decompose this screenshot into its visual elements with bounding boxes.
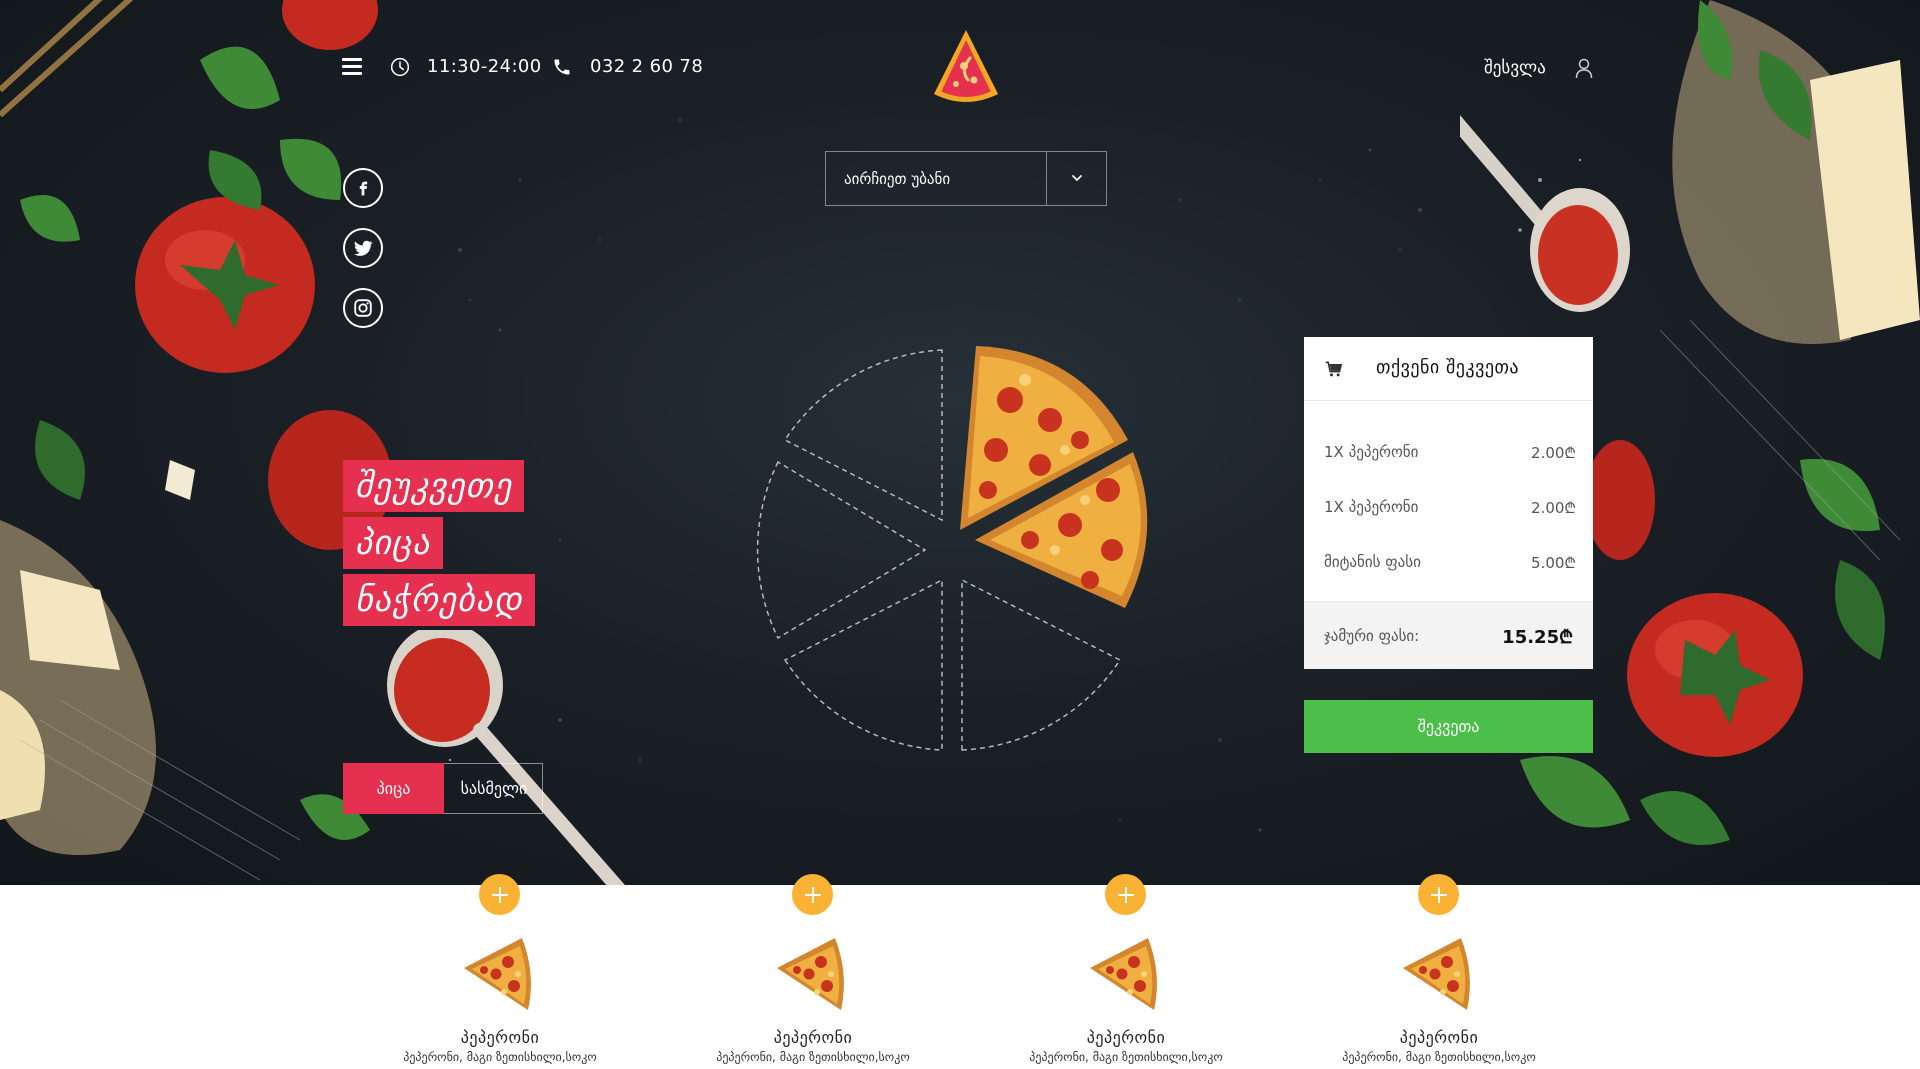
- cart-total-row: ჯამური ფასი: 15.25₾: [1304, 601, 1593, 669]
- phone-icon: [554, 59, 570, 75]
- user-icon[interactable]: [1575, 57, 1593, 79]
- top-header: 11:30-24:00 032 2 60 78 შესვლა: [0, 0, 1920, 140]
- product-description: პეპერონი, მაგი ზეთისხილი,სოკო: [716, 1050, 910, 1064]
- empty-slice-outline: [783, 349, 943, 522]
- empty-slice-outline: [756, 460, 927, 640]
- twitter-icon: [354, 240, 373, 256]
- pizza-slice-image: [777, 938, 844, 1010]
- headline-line-3: ნაჭრებად: [343, 574, 535, 626]
- pizza-slice-image: [1403, 938, 1470, 1010]
- tab-pizza[interactable]: პიცა: [343, 763, 444, 814]
- headline-line-2: პიცა: [343, 517, 443, 569]
- add-to-cart-button[interactable]: [1418, 874, 1459, 915]
- product-card[interactable]: პეპერონი პეპერონი, მაგი ზეთისხილი,სოკო: [1006, 874, 1246, 1069]
- hero-section: 11:30-24:00 032 2 60 78 შესვლა აირჩიეთ უ…: [0, 0, 1920, 885]
- cart-item-price: 2.00₾: [1531, 499, 1576, 517]
- product-description: პეპერონი, მაგი ზეთისხილი,სოკო: [1029, 1050, 1223, 1064]
- instagram-button[interactable]: [343, 288, 383, 328]
- product-card[interactable]: პეპერონი პეპერონი, მაგი ზეთისხილი,სოკო: [1319, 874, 1559, 1069]
- cart-item: 1X პეპერონი 2.00₾: [1324, 443, 1576, 462]
- cart-delivery-row: მიტანის ფასი 5.00₾: [1324, 553, 1576, 572]
- dropdown-divider: [1046, 152, 1047, 205]
- phone-number[interactable]: 032 2 60 78: [590, 56, 703, 77]
- product-name: პეპერონი: [1399, 1028, 1479, 1047]
- branch-select-dropdown[interactable]: აირჩიეთ უბანი: [825, 151, 1107, 206]
- order-cart: თქვენი შეკვეთა 1X პეპერონი 2.00₾ 1X პეპე…: [1304, 337, 1593, 669]
- cart-item-name: 1X პეპერონი: [1324, 443, 1419, 461]
- working-hours: 11:30-24:00: [427, 56, 542, 77]
- product-description: პეპერონი, მაგი ზეთისხილი,სოკო: [403, 1050, 597, 1064]
- delivery-price: 5.00₾: [1531, 554, 1576, 572]
- total-label: ჯამური ფასი:: [1324, 627, 1420, 645]
- product-name: პეპერონი: [460, 1028, 540, 1047]
- empty-slice-outline: [783, 578, 943, 751]
- clock-icon: [390, 57, 410, 77]
- sauce-ladle-decoration: [387, 630, 625, 885]
- total-value: 15.25₾: [1502, 627, 1573, 648]
- pizza-logo-icon[interactable]: [930, 28, 1002, 106]
- pizza-slice-image: [464, 938, 531, 1010]
- chevron-down-icon: [1072, 175, 1082, 182]
- branch-select-label: აირჩიეთ უბანი: [844, 170, 951, 188]
- facebook-icon: [359, 181, 368, 196]
- empty-slice-outline: [961, 578, 1122, 751]
- product-card[interactable]: პეპერონი პეპერონი, მაგი ზეთისხილი,სოკო: [693, 874, 933, 1069]
- order-button[interactable]: შეკვეთა: [1304, 700, 1593, 753]
- add-to-cart-button[interactable]: [792, 874, 833, 915]
- tab-drinks[interactable]: სასმელი: [444, 763, 544, 814]
- product-description: პეპერონი, მაგი ზეთისხილი,სოკო: [1342, 1050, 1536, 1064]
- product-name: პეპერონი: [1086, 1028, 1166, 1047]
- delivery-label: მიტანის ფასი: [1324, 553, 1421, 571]
- product-name: პეპერონი: [773, 1028, 853, 1047]
- headline-line-1: შეუკვეთე: [343, 460, 525, 512]
- twitter-button[interactable]: [343, 228, 383, 268]
- login-link[interactable]: შესვლა: [1484, 58, 1546, 78]
- cart-item: 1X პეპერონი 2.00₾: [1324, 498, 1576, 517]
- cart-item-price: 2.00₾: [1531, 444, 1576, 462]
- category-tabs: პიცა სასმელი: [343, 763, 543, 814]
- add-to-cart-button[interactable]: [479, 874, 520, 915]
- facebook-button[interactable]: [343, 168, 383, 208]
- pizza-slice-builder[interactable]: [740, 340, 1180, 760]
- add-to-cart-button[interactable]: [1105, 874, 1146, 915]
- shopping-cart-icon: [1325, 361, 1343, 377]
- cart-item-name: 1X პეპერონი: [1324, 498, 1419, 516]
- pizza-slice-image: [1090, 938, 1157, 1010]
- cart-header: თქვენი შეკვეთა: [1304, 337, 1593, 401]
- instagram-icon: [354, 299, 372, 317]
- cart-title: თქვენი შეკვეთა: [1376, 357, 1520, 378]
- product-card[interactable]: პეპერონი პეპერონი, მაგი ზეთისხილი,სოკო: [380, 874, 620, 1069]
- hamburger-menu-icon[interactable]: [342, 58, 362, 76]
